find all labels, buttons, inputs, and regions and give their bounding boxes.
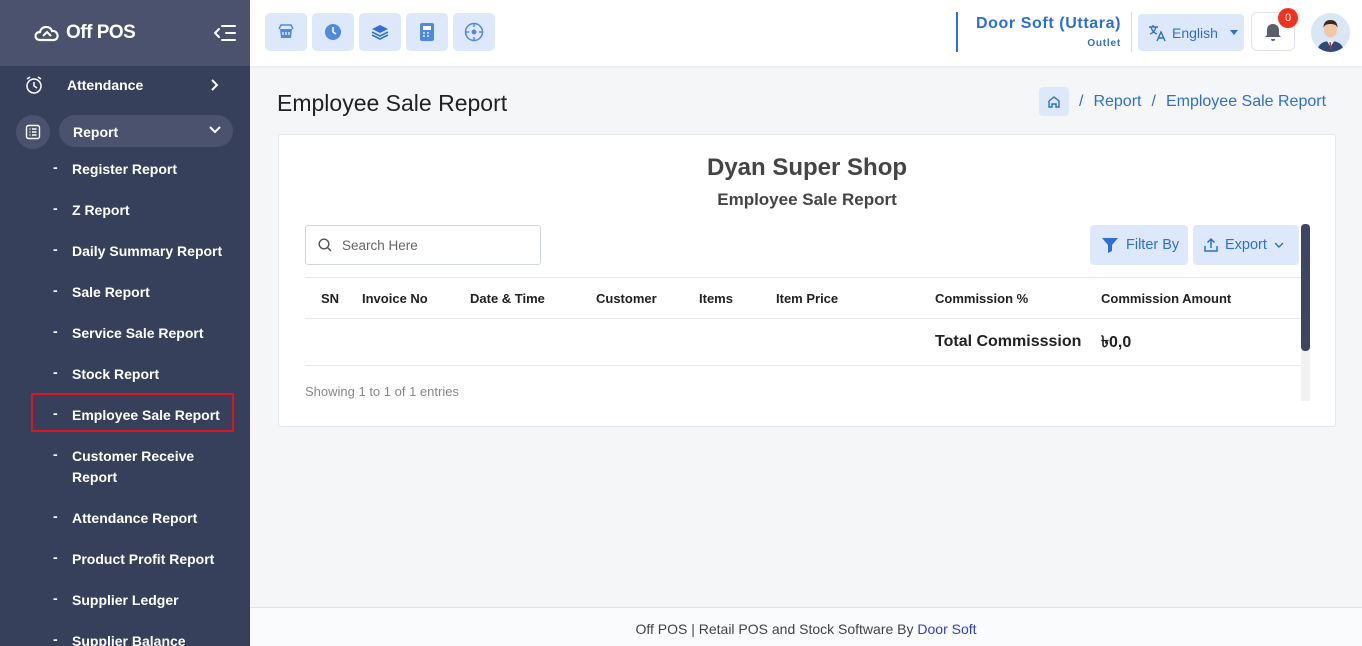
entries-info: Showing 1 to 1 of 1 entries (305, 384, 459, 399)
col-date-time[interactable]: Date & Time (470, 277, 596, 319)
calculator-icon (420, 23, 434, 41)
report-icon-box (16, 115, 50, 149)
filter-label: Filter By (1126, 237, 1180, 253)
sidebar-subitem-label: Stock Report (72, 366, 160, 382)
col-item-price[interactable]: Item Price (776, 277, 935, 319)
sidebar-item-label: Report (73, 124, 119, 140)
table-scrollbar[interactable] (1301, 224, 1310, 401)
quick-layers-button[interactable] (359, 13, 401, 51)
notification-badge: 0 (1278, 8, 1298, 28)
col-items[interactable]: Items (699, 277, 776, 319)
sidebar-subitem-label: Product Profit Report (72, 551, 215, 567)
sidebar-subitem-label: Attendance Report (72, 510, 198, 526)
sidebar-subitem-label: Z Report (72, 202, 130, 218)
export-button[interactable]: Export (1193, 225, 1299, 265)
sidebar-subitem-label: Daily Summary Report (72, 243, 223, 259)
sidebar-header: Off POS (0, 0, 250, 66)
col-commission-percent[interactable]: Commission % (935, 277, 1101, 319)
sidebar-subitem-label: Supplier Ledger (72, 592, 179, 608)
quick-dashboard-button[interactable] (453, 13, 495, 51)
chevron-right-icon (211, 79, 219, 91)
search-input[interactable] (342, 237, 522, 253)
breadcrumb: / Report / Employee Sale Report (1039, 87, 1326, 116)
col-sn[interactable]: SN (305, 277, 362, 319)
sidebar: Off POS Attendance Report - Register Repo… (0, 0, 250, 646)
outlet-name: Door Soft (Uttara) (975, 15, 1121, 32)
sidebar-subitem-label: Supplier Balance Report (72, 633, 186, 646)
report-card: Dyan Super Shop Employee Sale Report Fil… (278, 134, 1336, 427)
menu-collapse-icon (214, 25, 236, 41)
search-box[interactable] (305, 225, 541, 265)
sidebar-subitem-label: Service Sale Report (72, 325, 204, 341)
footer-text: Off POS | Retail POS and Stock Software … (635, 621, 918, 637)
quick-pos-button[interactable] (265, 13, 307, 51)
caret-down-icon (1229, 30, 1238, 35)
col-commission-amount[interactable]: Commission Amount (1101, 277, 1301, 319)
outlet-selector[interactable]: Door Soft (Uttara) Outlet (956, 12, 1132, 52)
home-icon (1048, 95, 1060, 108)
chevron-down-icon (1274, 242, 1284, 248)
sidebar-subitem-label: Sale Report (72, 284, 150, 300)
sidebar-subitem-label: Register Report (72, 161, 178, 177)
search-icon (318, 238, 332, 252)
outlet-sub-label: Outlet (1087, 38, 1121, 49)
app-logo[interactable]: Off POS (32, 22, 136, 44)
layers-icon (371, 25, 389, 40)
top-bar: Door Soft (Uttara) Outlet English 0 (250, 0, 1362, 66)
clock-icon (325, 24, 341, 40)
quick-calculator-button[interactable] (406, 13, 448, 51)
report-title: Employee Sale Report (717, 190, 897, 209)
sidebar-item-attendance[interactable]: Attendance (0, 70, 250, 100)
translate-icon (1149, 24, 1166, 41)
chevron-down-icon (209, 126, 221, 134)
bell-icon (1265, 23, 1281, 41)
report-table: SN Invoice No Date & Time Customer Items… (305, 277, 1301, 366)
quick-clock-button[interactable] (312, 13, 354, 51)
language-label: English (1172, 24, 1218, 41)
breadcrumb-home[interactable] (1039, 87, 1069, 116)
document-list-icon (25, 124, 41, 140)
sidebar-collapse-button[interactable] (214, 23, 236, 43)
sidebar-subitem-label: Customer Receive Report (72, 448, 195, 485)
dashboard-icon (464, 22, 484, 42)
export-label: Export (1225, 237, 1267, 253)
user-avatar-icon (1311, 13, 1350, 52)
footer-link[interactable]: Door Soft (917, 621, 976, 637)
breadcrumb-report[interactable]: Report (1093, 93, 1141, 111)
table-header-row: SN Invoice No Date & Time Customer Items… (305, 277, 1301, 319)
total-commission-value: ৳0,0 (1101, 318, 1301, 366)
scrollbar-thumb[interactable] (1301, 224, 1310, 351)
col-customer[interactable]: Customer (596, 277, 699, 319)
alarm-clock-icon (26, 76, 42, 94)
shop-name: Dyan Super Shop (706, 154, 908, 181)
pos-icon (278, 24, 294, 38)
total-commission-label: Total Commisssion (935, 318, 1101, 366)
app-name: Off POS (66, 22, 136, 43)
filter-button[interactable]: Filter By (1090, 225, 1188, 265)
breadcrumb-current: Employee Sale Report (1165, 92, 1327, 110)
language-selector[interactable]: English (1138, 14, 1244, 51)
user-avatar[interactable] (1311, 13, 1350, 52)
footer: Off POS | Retail POS and Stock Software … (250, 607, 1362, 646)
sidebar-item-report[interactable]: Report (16, 114, 234, 149)
page-title: Employee Sale Report (277, 90, 508, 116)
sidebar-item-label: Attendance (67, 77, 144, 93)
upload-icon (1204, 237, 1218, 252)
table-total-row: Total Commisssion ৳0,0 (305, 318, 1301, 366)
col-invoice-no[interactable]: Invoice No (362, 277, 470, 319)
logo-icon (34, 25, 59, 42)
sidebar-subitem-label: Employee Sale Report (72, 407, 220, 423)
filter-icon (1102, 238, 1118, 253)
notification-button[interactable]: 0 (1251, 8, 1298, 51)
